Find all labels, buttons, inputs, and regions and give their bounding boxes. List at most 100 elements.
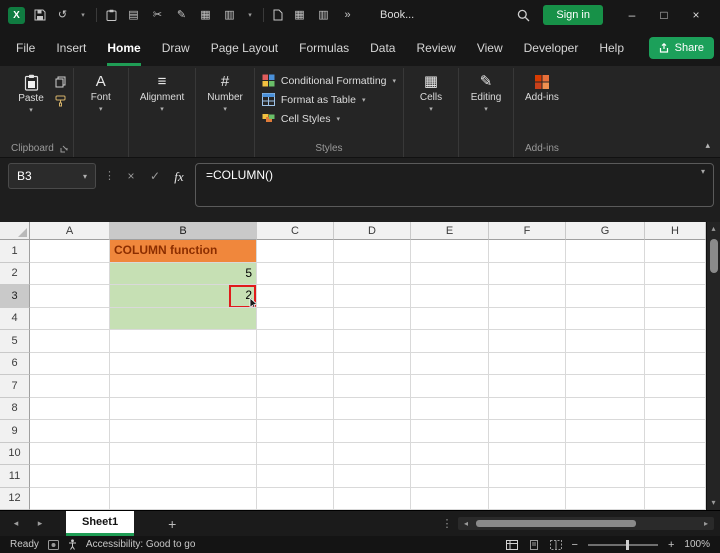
tab-file[interactable]: File <box>16 30 35 66</box>
cell[interactable] <box>566 240 645 263</box>
format-as-table-button[interactable]: Format as Table ▾ <box>260 92 368 107</box>
search-icon[interactable] <box>517 9 530 22</box>
name-box[interactable]: B3 ▾ <box>8 163 96 189</box>
cell[interactable] <box>30 420 110 443</box>
cell[interactable] <box>110 375 257 398</box>
row-header-5[interactable]: 5 <box>0 330 30 353</box>
tabbar-options-icon[interactable]: ⋮ <box>436 517 458 530</box>
cell[interactable] <box>30 285 110 308</box>
cell[interactable] <box>645 352 706 375</box>
page-layout-view-icon[interactable] <box>528 539 540 550</box>
row-header-6[interactable]: 6 <box>0 352 30 375</box>
qat-overflow-icon[interactable]: » <box>340 9 355 21</box>
cell[interactable] <box>411 262 489 285</box>
cell[interactable] <box>489 442 566 465</box>
formula-input[interactable]: =COLUMN() ▾ <box>195 163 714 207</box>
cell[interactable] <box>645 487 706 510</box>
row-header-3[interactable]: 3 <box>0 285 30 308</box>
insert-function-icon[interactable]: fx <box>171 169 187 185</box>
cell[interactable] <box>489 285 566 308</box>
tab-page-layout[interactable]: Page Layout <box>211 30 278 66</box>
zoom-slider[interactable] <box>587 539 658 550</box>
scroll-right-icon[interactable]: ▸ <box>698 519 714 528</box>
select-all-corner[interactable] <box>0 222 30 240</box>
cell[interactable] <box>566 465 645 488</box>
cell-styles-button[interactable]: Cell Styles ▾ <box>260 111 342 126</box>
cell[interactable] <box>30 375 110 398</box>
clipboard-dialog-launcher-icon[interactable] <box>60 145 68 153</box>
cell[interactable] <box>645 240 706 263</box>
cell[interactable] <box>30 465 110 488</box>
row-header-2[interactable]: 2 <box>0 262 30 285</box>
zoom-in-icon[interactable]: + <box>668 539 674 551</box>
undo-chevron-icon[interactable]: ▾ <box>79 11 87 19</box>
cell[interactable] <box>110 330 257 353</box>
cell[interactable] <box>334 487 411 510</box>
cell[interactable] <box>30 307 110 330</box>
minimize-icon[interactable]: – <box>616 8 648 22</box>
cell[interactable] <box>566 420 645 443</box>
cell[interactable] <box>566 262 645 285</box>
tab-view[interactable]: View <box>477 30 503 66</box>
enter-icon[interactable]: ✓ <box>147 169 163 183</box>
cell[interactable] <box>30 352 110 375</box>
cell-B1[interactable]: COLUMN function <box>110 240 257 263</box>
column-header-A[interactable]: A <box>30 222 110 240</box>
tab-draw[interactable]: Draw <box>162 30 190 66</box>
cell[interactable] <box>566 285 645 308</box>
cell[interactable] <box>645 442 706 465</box>
horizontal-scrollbar[interactable]: ◂ ▸ <box>458 517 714 530</box>
copy-button[interactable] <box>55 76 66 88</box>
cell[interactable] <box>334 375 411 398</box>
cell[interactable] <box>489 465 566 488</box>
cell[interactable] <box>334 397 411 420</box>
cell[interactable] <box>257 285 334 308</box>
format-painter-button[interactable] <box>55 95 66 107</box>
row-header-1[interactable]: 1 <box>0 240 30 263</box>
sign-in-button[interactable]: Sign in <box>543 5 603 25</box>
tab-help[interactable]: Help <box>599 30 624 66</box>
clipboard-icon[interactable] <box>106 9 117 21</box>
column-header-B[interactable]: B <box>110 222 257 240</box>
cell[interactable] <box>489 420 566 443</box>
cell[interactable] <box>489 375 566 398</box>
cell[interactable] <box>411 397 489 420</box>
cell[interactable] <box>30 262 110 285</box>
cell[interactable] <box>257 442 334 465</box>
column-header-C[interactable]: C <box>257 222 334 240</box>
number-button[interactable]: # Number ▾ <box>201 70 249 117</box>
cell[interactable] <box>489 487 566 510</box>
cell-B2[interactable]: 5 <box>110 262 257 285</box>
column-header-D[interactable]: D <box>334 222 411 240</box>
cell[interactable] <box>645 330 706 353</box>
scroll-down-icon[interactable]: ▾ <box>711 496 715 510</box>
cell[interactable] <box>411 307 489 330</box>
formula-bar-resize-handle[interactable]: ⋮ <box>104 169 115 182</box>
row-header-4[interactable]: 4 <box>0 307 30 330</box>
insert-table-icon[interactable]: ▦ <box>292 9 307 21</box>
cell[interactable] <box>566 487 645 510</box>
new-document-icon[interactable] <box>273 9 283 21</box>
formula-bar-expand-icon[interactable]: ▾ <box>701 167 705 176</box>
zoom-slider-thumb[interactable] <box>625 539 629 550</box>
normal-view-icon[interactable] <box>505 539 518 550</box>
sheet-tab-sheet1[interactable]: Sheet1 <box>66 511 135 536</box>
row-header-11[interactable]: 11 <box>0 465 30 488</box>
cell[interactable] <box>334 330 411 353</box>
page-break-view-icon[interactable] <box>549 539 562 550</box>
zoom-out-icon[interactable]: − <box>572 539 578 551</box>
conditional-formatting-button[interactable]: Conditional Formatting ▾ <box>260 73 398 88</box>
cell[interactable] <box>30 240 110 263</box>
cell[interactable] <box>334 420 411 443</box>
vertical-scrollbar[interactable]: ▴ ▾ <box>706 222 720 510</box>
cell[interactable] <box>257 307 334 330</box>
cell[interactable] <box>489 352 566 375</box>
undo-icon[interactable]: ↺ <box>55 9 70 21</box>
tab-formulas[interactable]: Formulas <box>299 30 349 66</box>
cell[interactable] <box>334 465 411 488</box>
cell[interactable] <box>257 397 334 420</box>
cell[interactable] <box>489 330 566 353</box>
cell[interactable] <box>566 442 645 465</box>
cell[interactable] <box>110 442 257 465</box>
name-box-chevron-icon[interactable]: ▾ <box>83 172 87 181</box>
